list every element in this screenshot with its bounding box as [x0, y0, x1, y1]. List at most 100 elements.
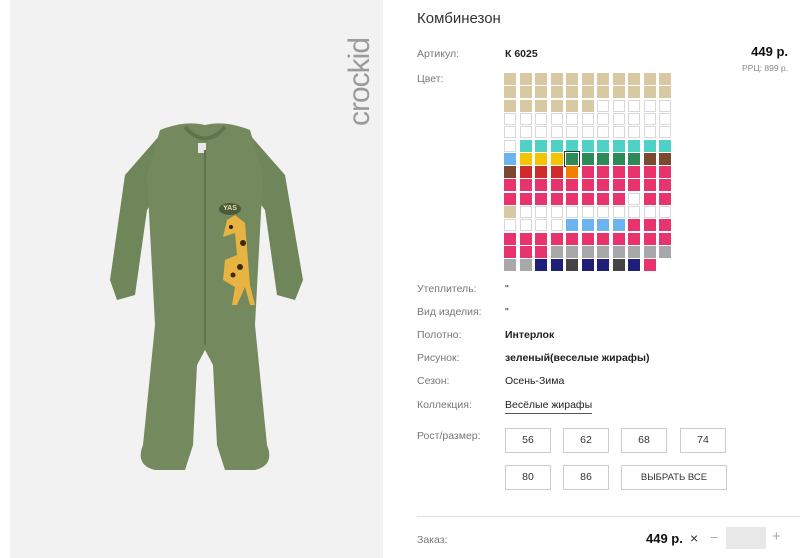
color-swatch[interactable]: [597, 112, 609, 125]
color-swatch[interactable]: [519, 99, 532, 112]
color-swatch[interactable]: [659, 139, 671, 152]
color-swatch[interactable]: [628, 73, 640, 85]
color-swatch[interactable]: [643, 232, 656, 245]
color-swatch[interactable]: [550, 245, 563, 258]
color-swatch[interactable]: [519, 179, 532, 192]
color-swatch[interactable]: [581, 126, 594, 139]
color-swatch[interactable]: [643, 126, 656, 139]
color-swatch[interactable]: [519, 86, 532, 99]
color-swatch[interactable]: [566, 86, 578, 99]
color-swatch[interactable]: [612, 259, 625, 272]
color-swatch[interactable]: [535, 206, 547, 218]
color-swatch[interactable]: [519, 219, 532, 232]
color-swatch[interactable]: [566, 219, 578, 232]
color-swatch[interactable]: [612, 99, 625, 112]
color-swatch[interactable]: [612, 219, 625, 232]
color-swatch[interactable]: [550, 259, 563, 272]
color-swatch[interactable]: [597, 166, 609, 179]
color-swatch[interactable]: [504, 245, 516, 258]
color-swatch[interactable]: [659, 245, 671, 258]
color-swatch[interactable]: [519, 166, 532, 179]
color-swatch[interactable]: [581, 99, 594, 112]
collection-link[interactable]: Весёлые жирафы: [505, 399, 593, 414]
color-swatch[interactable]: [581, 166, 594, 179]
color-swatch[interactable]: [628, 126, 640, 139]
color-swatch[interactable]: [597, 259, 609, 272]
color-swatch[interactable]: [628, 232, 640, 245]
color-swatch[interactable]: [550, 179, 563, 192]
color-swatch[interactable]: [550, 206, 563, 218]
color-swatch[interactable]: [628, 99, 640, 112]
quantity-input[interactable]: [726, 527, 766, 549]
color-swatch[interactable]: [519, 152, 532, 165]
color-swatch[interactable]: [643, 219, 656, 232]
color-swatch[interactable]: [504, 73, 516, 85]
color-swatch[interactable]: [550, 152, 563, 165]
color-swatch[interactable]: [612, 139, 625, 152]
color-swatch[interactable]: [628, 192, 640, 205]
color-swatch[interactable]: [519, 126, 532, 139]
color-swatch[interactable]: [628, 245, 640, 258]
color-swatch[interactable]: [566, 206, 578, 218]
color-swatch[interactable]: [504, 152, 516, 165]
color-swatch[interactable]: [566, 139, 578, 152]
color-swatch[interactable]: [550, 139, 563, 152]
color-swatch[interactable]: [659, 192, 671, 205]
color-swatch[interactable]: [597, 73, 609, 85]
color-swatch[interactable]: [643, 73, 656, 85]
color-swatch[interactable]: [643, 139, 656, 152]
color-swatch[interactable]: [643, 206, 656, 218]
color-swatch[interactable]: [535, 112, 547, 125]
color-swatch[interactable]: [659, 152, 671, 165]
color-swatch[interactable]: [597, 99, 609, 112]
select-all-button[interactable]: ВЫБРАТЬ ВСЕ: [621, 465, 727, 490]
color-swatch[interactable]: [550, 166, 563, 179]
color-swatch[interactable]: [519, 192, 532, 205]
color-swatch[interactable]: [643, 86, 656, 99]
color-swatch[interactable]: [597, 86, 609, 99]
color-swatch[interactable]: [504, 259, 516, 272]
color-swatch[interactable]: [628, 152, 640, 165]
color-swatch[interactable]: [659, 112, 671, 125]
color-swatch[interactable]: [643, 152, 656, 165]
color-swatch[interactable]: [659, 99, 671, 112]
color-swatch[interactable]: [535, 245, 547, 258]
color-swatch[interactable]: [550, 86, 563, 99]
color-swatch[interactable]: [550, 126, 563, 139]
color-swatch[interactable]: [566, 73, 578, 85]
color-swatch[interactable]: [659, 73, 671, 85]
color-swatch[interactable]: [597, 206, 609, 218]
color-swatch[interactable]: [581, 245, 594, 258]
color-swatch[interactable]: [519, 245, 532, 258]
color-swatch[interactable]: [566, 192, 578, 205]
color-swatch[interactable]: [659, 126, 671, 139]
color-swatch[interactable]: [612, 245, 625, 258]
color-swatch[interactable]: [519, 112, 532, 125]
color-swatch[interactable]: [612, 126, 625, 139]
color-swatch[interactable]: [581, 86, 594, 99]
color-swatch[interactable]: [597, 152, 609, 165]
color-swatch[interactable]: [597, 245, 609, 258]
color-swatch[interactable]: [550, 219, 563, 232]
color-swatch[interactable]: [535, 232, 547, 245]
color-swatch[interactable]: [519, 232, 532, 245]
color-swatch[interactable]: [566, 112, 578, 125]
color-swatch[interactable]: [581, 219, 594, 232]
color-swatch[interactable]: [504, 166, 516, 179]
color-swatch[interactable]: [659, 219, 671, 232]
size-button-62[interactable]: 62: [563, 428, 609, 453]
color-swatch[interactable]: [612, 179, 625, 192]
color-swatch[interactable]: [519, 206, 532, 218]
color-swatch[interactable]: [612, 206, 625, 218]
color-swatch[interactable]: [628, 206, 640, 218]
size-button-56[interactable]: 56: [505, 428, 551, 453]
color-swatch[interactable]: [550, 232, 563, 245]
color-swatch[interactable]: [643, 112, 656, 125]
color-swatch[interactable]: [566, 126, 578, 139]
color-swatch[interactable]: [581, 179, 594, 192]
size-button-68[interactable]: 68: [621, 428, 667, 453]
color-swatch[interactable]: [504, 86, 516, 99]
color-swatch[interactable]: [566, 232, 578, 245]
color-swatch[interactable]: [564, 150, 580, 167]
color-swatch[interactable]: [504, 232, 516, 245]
